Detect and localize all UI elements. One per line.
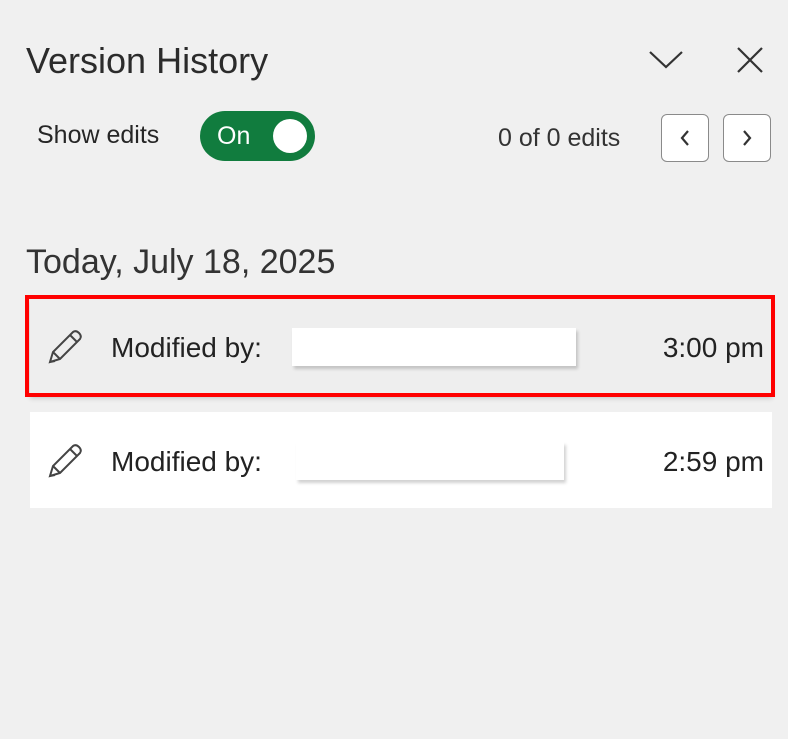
previous-edit-button[interactable] xyxy=(661,114,709,162)
version-time: 3:00 pm xyxy=(662,332,764,363)
chevron-right-icon xyxy=(743,130,752,146)
show-edits-toggle[interactable]: On xyxy=(200,111,315,161)
modified-by-label: Modified by: xyxy=(111,446,262,477)
next-edit-button[interactable] xyxy=(723,114,771,162)
version-entry[interactable]: Modified by: 2:59 pm xyxy=(30,412,772,508)
close-button[interactable] xyxy=(730,40,770,80)
redacted-author xyxy=(292,328,576,366)
version-history-title: Version History xyxy=(26,40,269,81)
toggle-state-label: On xyxy=(217,122,251,150)
version-time: 2:59 pm xyxy=(662,446,764,477)
edit-count: 0 of 0 edits xyxy=(498,124,621,152)
show-edits-label: Show edits xyxy=(37,121,160,149)
chevron-left-icon xyxy=(680,130,689,146)
date-heading: Today, July 18, 2025 xyxy=(26,243,336,281)
pencil-icon xyxy=(44,442,84,487)
toggle-knob xyxy=(273,119,307,153)
redacted-author xyxy=(296,442,564,480)
close-icon xyxy=(737,47,763,73)
version-entry[interactable]: Modified by: 3:00 pm xyxy=(25,295,775,397)
pencil-icon xyxy=(44,328,84,373)
collapse-button[interactable] xyxy=(646,40,686,80)
modified-by-label: Modified by: xyxy=(111,332,262,363)
chevron-down-icon xyxy=(649,51,683,69)
